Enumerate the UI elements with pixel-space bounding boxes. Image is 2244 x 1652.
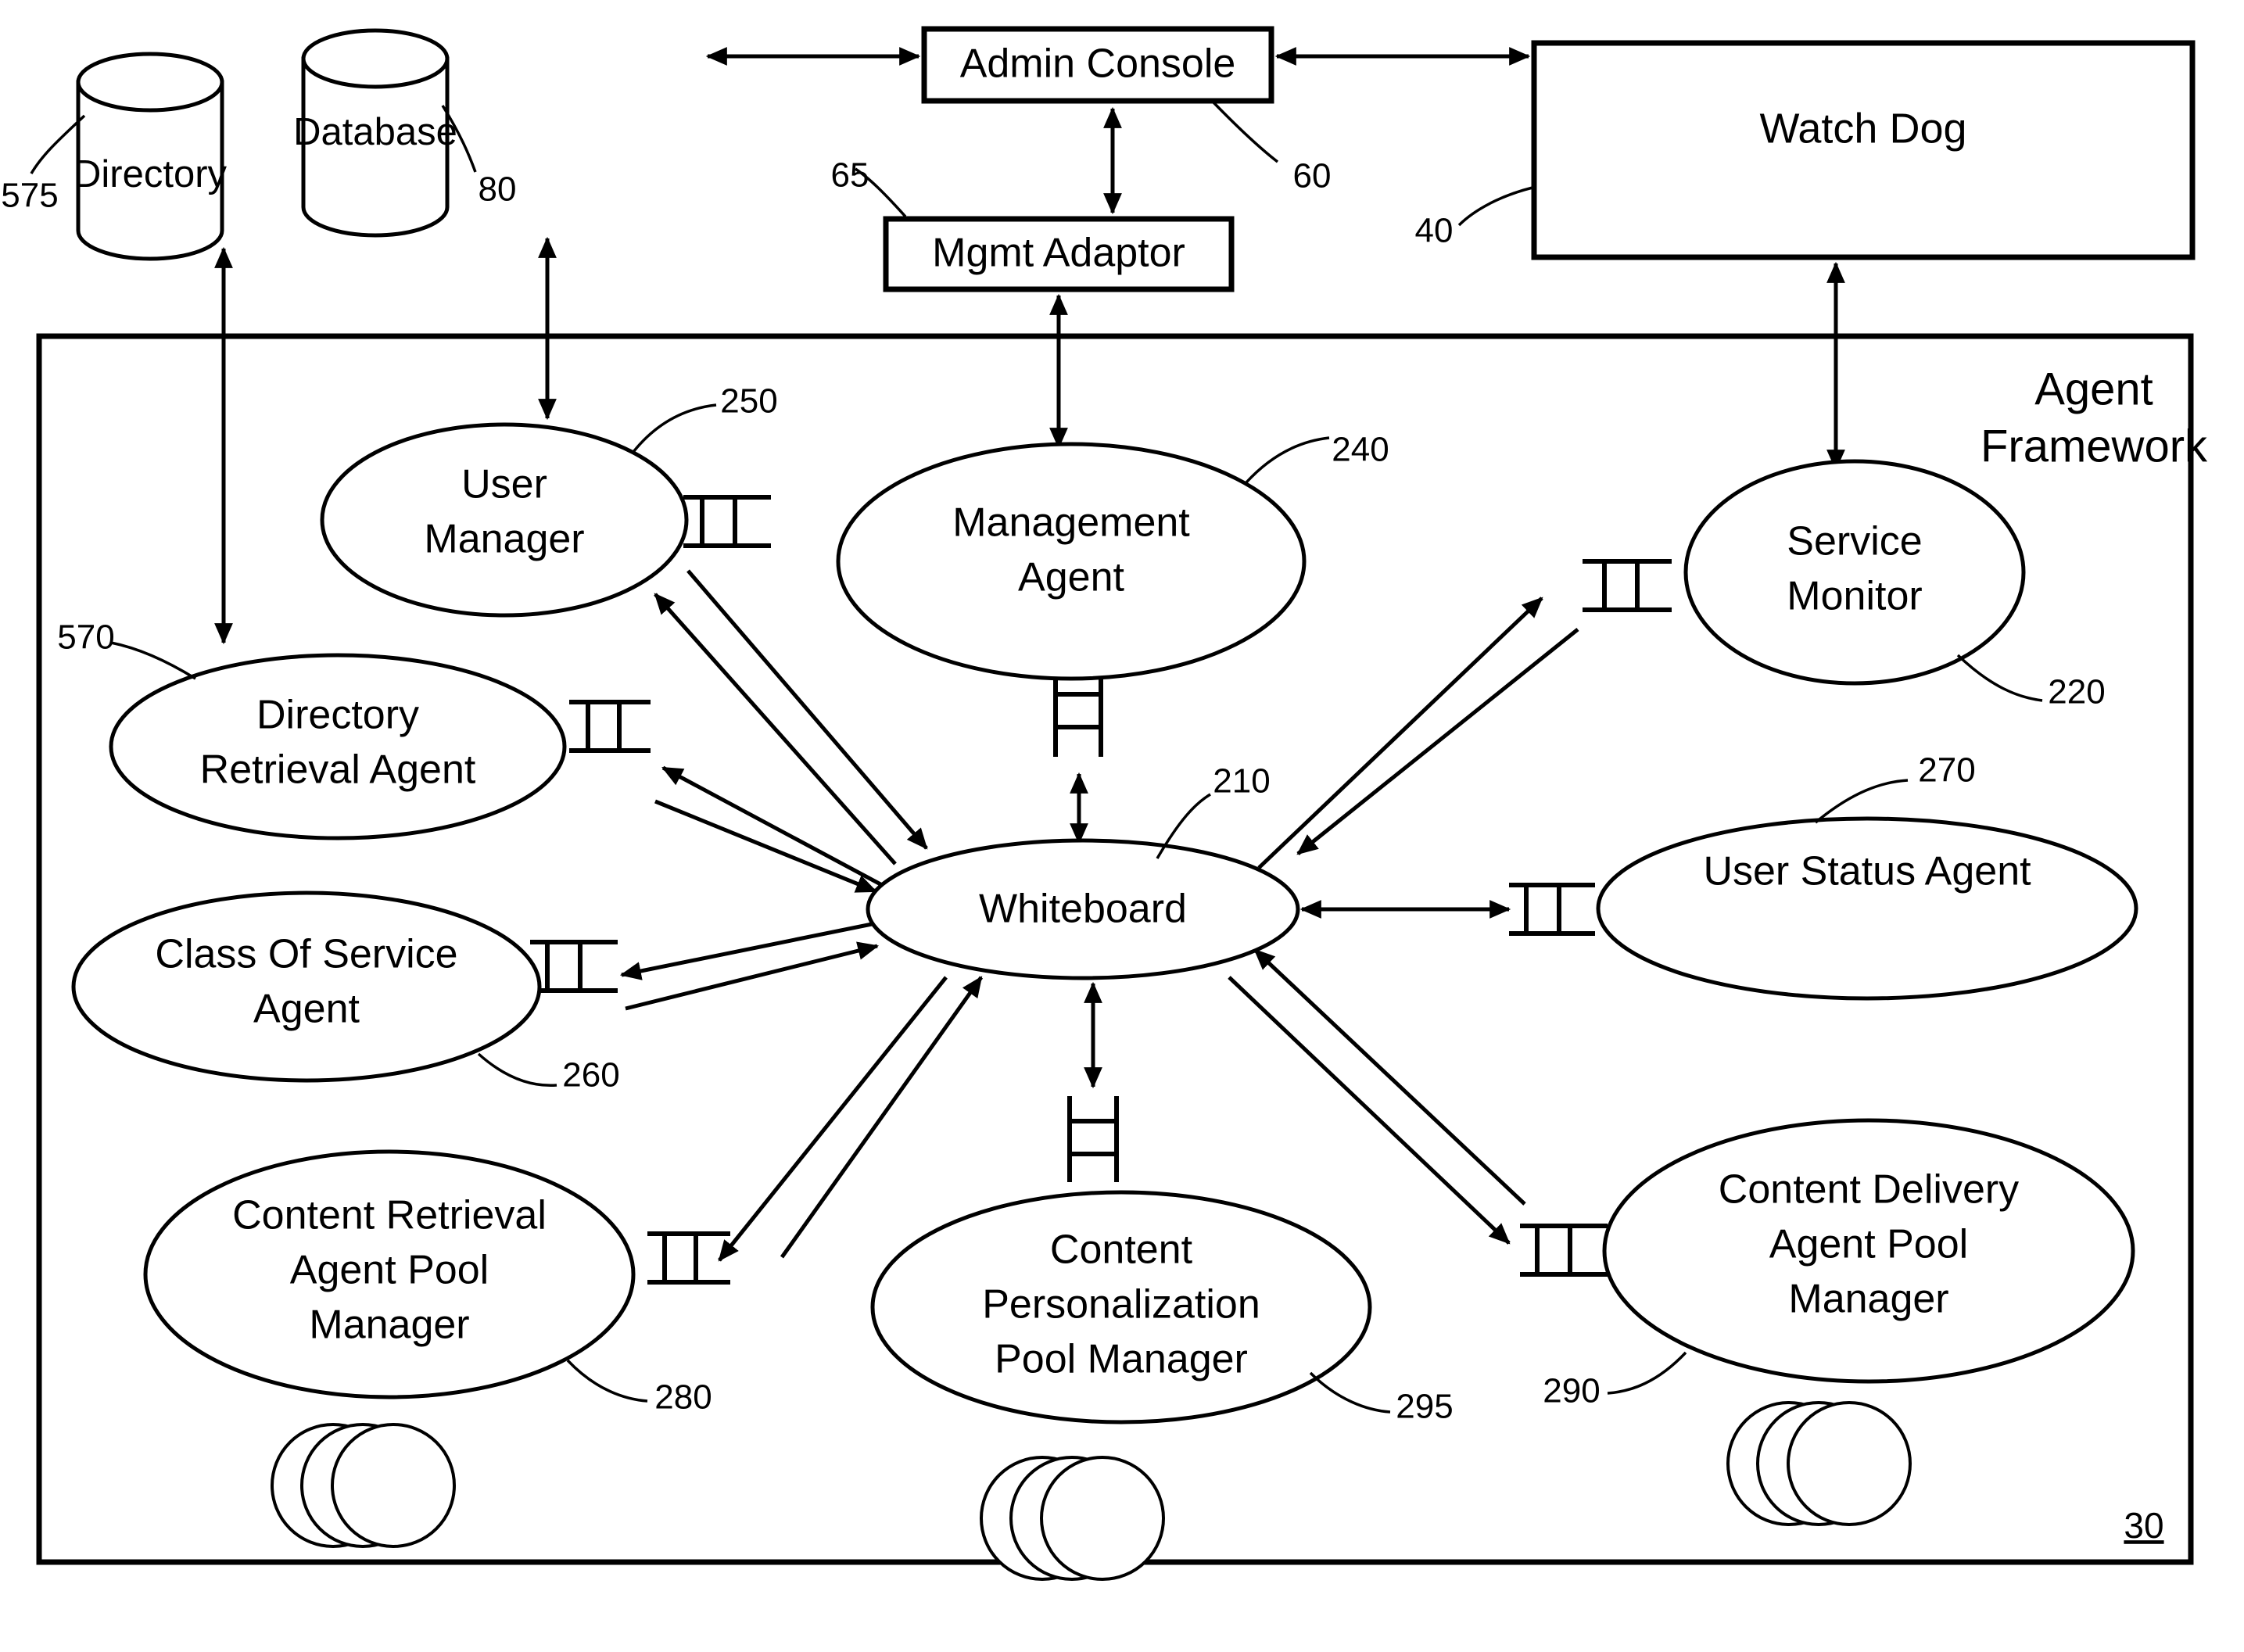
user-status-agent-label: User Status Agent	[1703, 849, 2031, 894]
service-monitor-label-line1: Service	[1787, 519, 1922, 564]
directory-label: Directory	[73, 153, 228, 195]
management-agent-ref: 240	[1332, 431, 1389, 469]
directory-retrieval-agent-label-line1: Directory	[256, 693, 419, 738]
content-personalization-pool-label-line3: Pool Manager	[995, 1337, 1248, 1382]
watch-dog-ref: 40	[1415, 212, 1454, 250]
mgmt-adaptor-ref: 65	[831, 156, 869, 195]
whiteboard-label: Whiteboard	[979, 887, 1187, 932]
service-monitor-ellipse[interactable]	[1683, 459, 2026, 686]
admin-console-ref-leader	[1212, 101, 1279, 163]
class-of-service-agent-label-line2: Agent	[253, 987, 360, 1032]
content-retrieval-pool-ref: 280	[654, 1378, 712, 1417]
directory-ref: 575	[1, 177, 58, 215]
content-personalization-pool-label-line1: Content	[1050, 1227, 1193, 1273]
whiteboard-ref: 210	[1213, 762, 1270, 801]
class-of-service-agent-ref: 260	[562, 1056, 619, 1095]
admin-console-label: Admin Console	[960, 41, 1236, 87]
class-of-service-agent-label-line1: Class Of Service	[155, 932, 457, 977]
database-ref: 80	[479, 170, 517, 209]
service-monitor-label-line2: Monitor	[1787, 574, 1922, 619]
user-manager-label-line2: Manager	[424, 517, 584, 562]
content-personalization-pool-label-line2: Personalization	[982, 1282, 1260, 1328]
content-delivery-pool-label-line2: Agent Pool	[1769, 1222, 1968, 1267]
user-status-agent-ellipse[interactable]	[1596, 816, 2138, 1001]
content-delivery-pool-label-line3: Manager	[1788, 1277, 1948, 1322]
disc-stack-content-retrieval	[271, 1423, 456, 1548]
user-status-agent-ref: 270	[1918, 751, 1975, 790]
content-personalization-pool-ref: 295	[1396, 1388, 1453, 1426]
diagram-svg: Directory 575 Database 80 Admin Console …	[1, 26, 2208, 1581]
user-manager-ref: 250	[720, 382, 777, 421]
management-agent-label-line1: Management	[952, 500, 1190, 546]
content-retrieval-pool-label-line3: Manager	[309, 1303, 469, 1348]
disc-stack-content-personalization	[980, 1456, 1165, 1581]
agent-framework-ref: 30	[2124, 1505, 2163, 1546]
patent-figure-canvas: Directory 575 Database 80 Admin Console …	[0, 0, 2244, 1652]
user-manager-label-line1: User	[461, 462, 547, 507]
admin-console-ref: 60	[1293, 157, 1332, 195]
mgmt-adaptor-label: Mgmt Adaptor	[932, 231, 1185, 276]
database-label: Database	[293, 111, 457, 153]
agent-framework-title-line1: Agent	[2034, 364, 2153, 414]
watch-dog-label: Watch Dog	[1759, 105, 1966, 152]
management-agent-label-line2: Agent	[1018, 555, 1124, 600]
content-retrieval-pool-label-line2: Agent Pool	[290, 1248, 489, 1293]
directory-retrieval-agent-ref: 570	[57, 618, 114, 657]
content-retrieval-pool-label-line1: Content Retrieval	[232, 1193, 547, 1238]
service-monitor-ref: 220	[2048, 673, 2105, 711]
disc-stack-content-delivery	[1726, 1401, 1912, 1526]
content-delivery-pool-label-line1: Content Delivery	[1719, 1167, 2019, 1213]
directory-retrieval-agent-label-line2: Retrieval Agent	[200, 747, 476, 793]
content-delivery-pool-ref: 290	[1543, 1372, 1600, 1410]
watch-dog-ref-leader	[1457, 186, 1533, 227]
agent-framework-title-line2: Framework	[1981, 421, 2208, 471]
